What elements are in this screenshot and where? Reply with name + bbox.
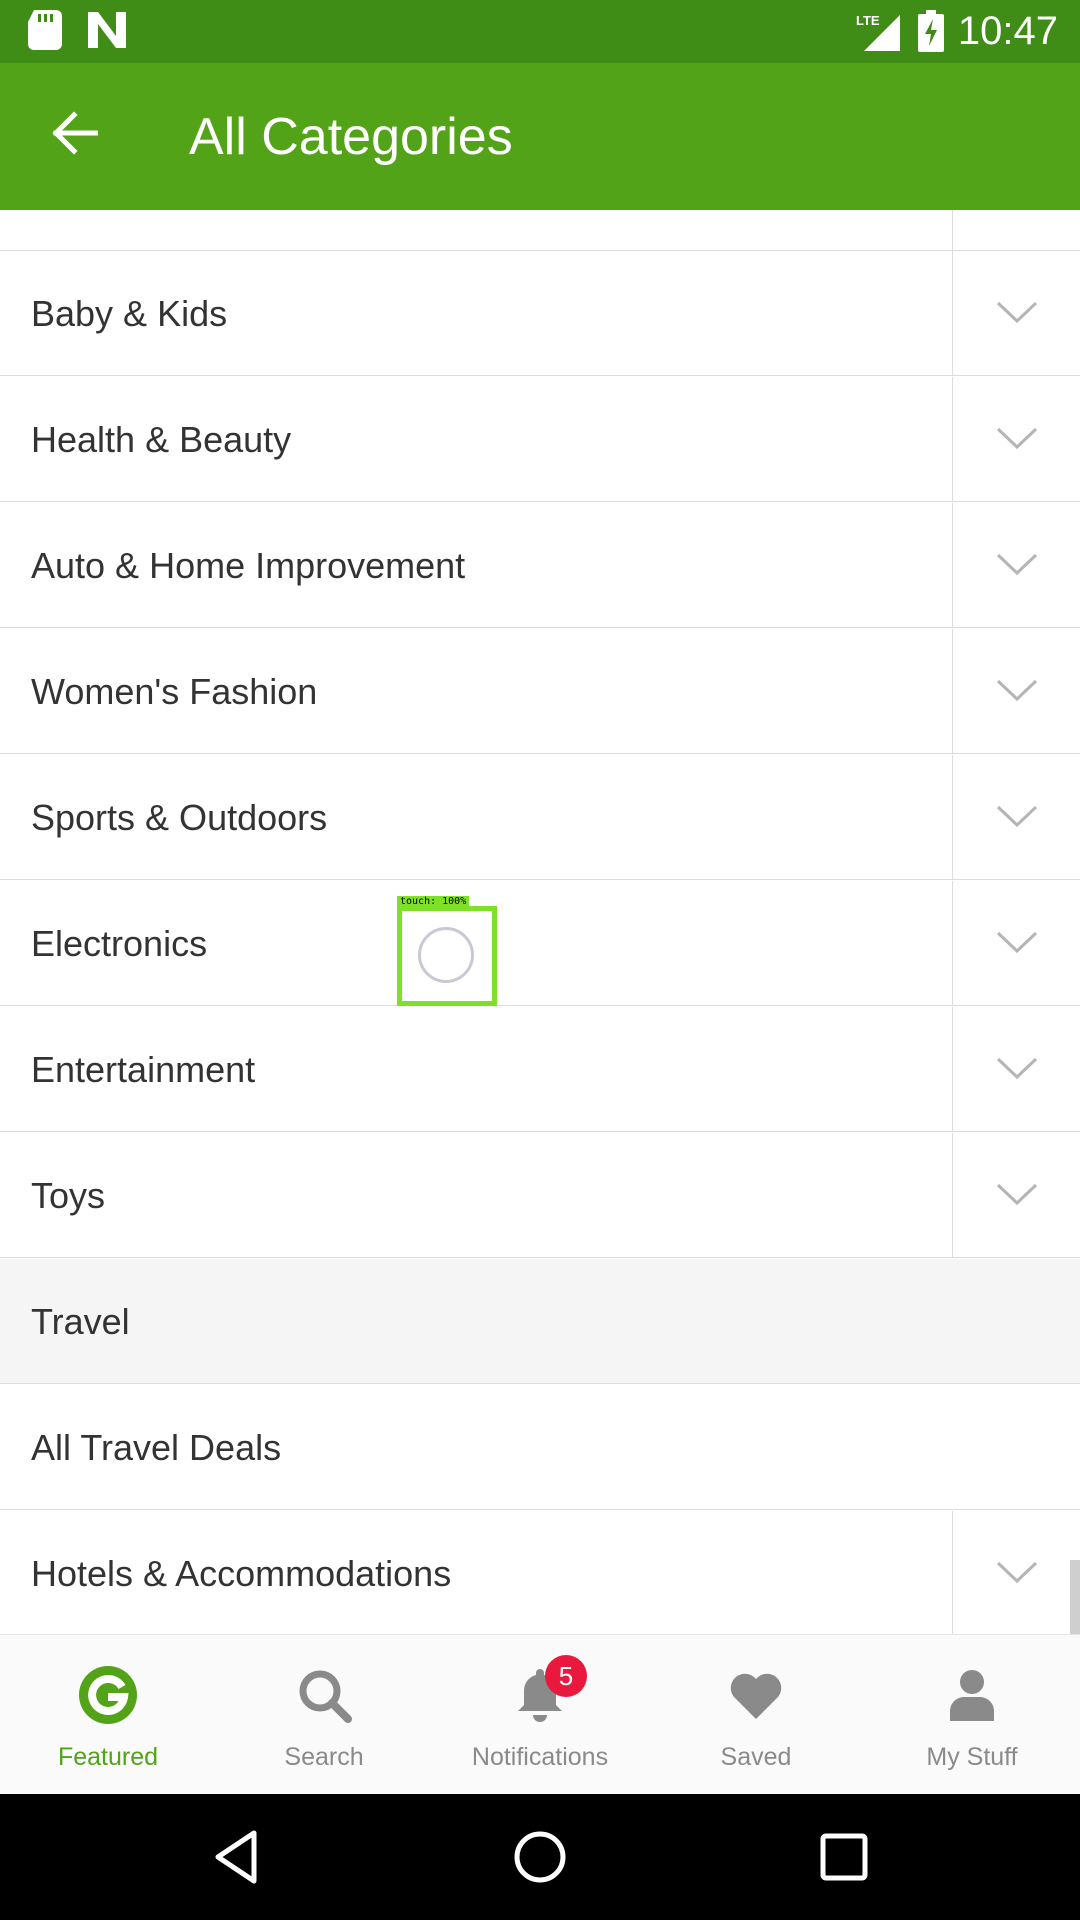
chevron-down-icon[interactable]: [994, 1045, 1040, 1091]
category-label: Electronics: [31, 923, 208, 964]
category-row-womens-fashion[interactable]: Women's Fashion: [0, 629, 1080, 754]
chevron-down-icon[interactable]: [994, 1171, 1040, 1217]
row-divider: [952, 1511, 953, 1634]
row-divider: [952, 881, 953, 1005]
category-row-health-beauty[interactable]: Health & Beauty: [0, 377, 1080, 502]
category-row-all-travel-deals[interactable]: All Travel Deals: [0, 1385, 1080, 1510]
category-row-sports-outdoors[interactable]: Sports & Outdoors: [0, 755, 1080, 880]
category-row-auto-home[interactable]: Auto & Home Improvement: [0, 503, 1080, 628]
nav-item-my-stuff[interactable]: My Stuff: [864, 1635, 1080, 1795]
recents-square-icon[interactable]: [814, 1827, 874, 1887]
category-label: Auto & Home Improvement: [31, 545, 466, 586]
chevron-down-icon[interactable]: [994, 919, 1040, 965]
nav-label: My Stuff: [926, 1743, 1018, 1771]
category-label: Sports & Outdoors: [31, 797, 328, 838]
app-bar: All Categories: [0, 63, 1080, 210]
category-label: Toys: [31, 1175, 106, 1216]
person-icon: [950, 1670, 994, 1721]
row-divider: [952, 1007, 953, 1131]
category-row-hotels[interactable]: Hotels & Accommodations: [0, 1511, 1080, 1634]
row-divider: [952, 251, 953, 375]
nav-label: Saved: [720, 1743, 792, 1771]
chevron-down-icon[interactable]: [994, 415, 1040, 461]
category-label: All Travel Deals: [31, 1427, 282, 1468]
category-label: Women's Fashion: [31, 671, 318, 712]
category-label: Hotels & Accommodations: [31, 1553, 452, 1594]
notification-count-badge: 5: [545, 1655, 587, 1697]
category-row-electronics[interactable]: Electronics: [0, 881, 1080, 1006]
bottom-navigation: Featured Search Notifications Saved My S…: [0, 1634, 1080, 1794]
chevron-down-icon[interactable]: [994, 289, 1040, 335]
status-bar: LTE 10:47: [0, 0, 1080, 63]
home-circle-icon[interactable]: [510, 1827, 570, 1887]
category-label: Baby & Kids: [31, 293, 228, 334]
category-row-toys[interactable]: Toys: [0, 1133, 1080, 1258]
row-divider: [952, 629, 953, 753]
svg-text:LTE: LTE: [856, 13, 880, 28]
category-row-baby-kids[interactable]: Baby & Kids: [0, 251, 1080, 376]
category-label: Entertainment: [31, 1049, 256, 1090]
arrow-left-icon: [52, 111, 98, 155]
nav-item-search[interactable]: Search: [216, 1635, 432, 1795]
touch-indicator-circle: [418, 927, 474, 983]
nav-label: Search: [284, 1743, 364, 1771]
row-divider: [952, 377, 953, 501]
chevron-down-icon[interactable]: [994, 667, 1040, 713]
nav-item-featured[interactable]: Featured: [0, 1635, 216, 1795]
nav-label: Featured: [57, 1743, 159, 1771]
n-notification-icon: [88, 12, 126, 48]
chevron-down-icon[interactable]: [994, 793, 1040, 839]
battery-charging-icon: [917, 10, 944, 52]
category-list[interactable]: Baby & Kids Health & Beauty Auto & Home …: [0, 210, 1080, 1634]
row-divider: [952, 755, 953, 879]
page-title: All Categories: [189, 108, 513, 166]
row-divider: [952, 210, 953, 250]
list-item-partial[interactable]: [0, 210, 1080, 251]
section-header-travel: Travel: [0, 1259, 1080, 1384]
groupon-g-icon: [79, 1666, 137, 1724]
system-navigation-bar: [0, 1794, 1080, 1920]
heart-icon: [730, 1673, 782, 1719]
nav-item-notifications[interactable]: Notifications: [432, 1635, 648, 1795]
category-label: Health & Beauty: [31, 419, 292, 460]
lte-signal-icon: LTE: [856, 13, 900, 51]
nav-item-saved[interactable]: Saved: [648, 1635, 864, 1795]
row-divider: [952, 503, 953, 627]
back-button[interactable]: [44, 103, 104, 163]
category-row-entertainment[interactable]: Entertainment: [0, 1007, 1080, 1132]
sd-card-icon: [28, 10, 62, 50]
clock-time: 10:47: [957, 9, 1058, 53]
search-icon: [299, 1670, 352, 1723]
chevron-down-icon[interactable]: [994, 541, 1040, 587]
nav-label: Notifications: [471, 1743, 609, 1771]
chevron-down-icon[interactable]: [994, 1549, 1040, 1595]
back-triangle-icon[interactable]: [208, 1827, 268, 1887]
row-divider: [952, 1133, 953, 1257]
section-header-label: Travel: [31, 1301, 130, 1342]
scrollbar-thumb[interactable]: [1070, 1560, 1080, 1634]
